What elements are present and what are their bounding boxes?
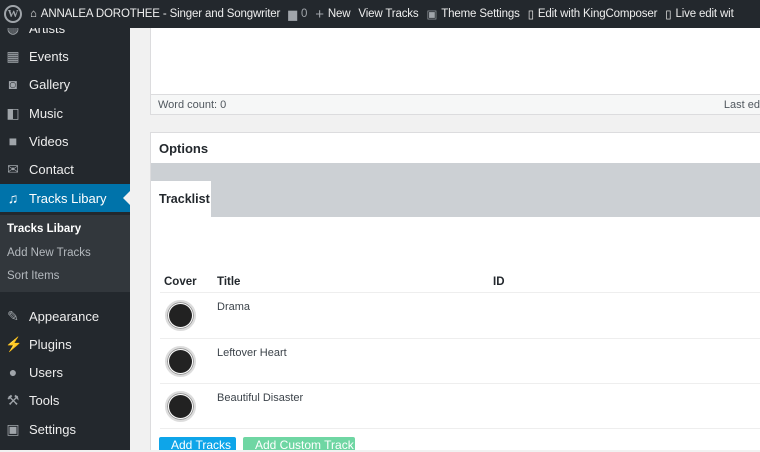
editor-status-bar: Word count: 0 Last ed [151,94,760,114]
options-tabs: Tracklist [151,163,760,217]
track-title: Drama [217,301,251,313]
add-custom-track-button[interactable]: Add Custom Track [243,437,355,452]
sidebar-item-gallery[interactable]: ◙ Gallery [0,70,130,98]
sidebar-item-users[interactable]: ● Users [0,358,130,386]
new-link[interactable]: + New [311,6,354,23]
comment-icon: ▆ [288,9,297,21]
sidebar-item-appearance[interactable]: ✎ Appearance [0,302,130,330]
sidebar-item-tools[interactable]: ⚒ Tools [0,386,130,414]
column-cover: Cover [164,276,197,288]
kc-icon: ▯ [527,9,534,21]
cover-image [165,300,196,331]
column-title: Title [217,276,241,288]
table-row[interactable]: Beautiful Disaster [160,383,760,428]
sidebar-item-plugins[interactable]: ⚡ Plugins [0,330,130,358]
submenu-tracks-libary[interactable]: Tracks Libary [7,223,81,235]
sidebar-item-events[interactable]: ▦ Events [0,42,130,70]
sidebar-item-videos[interactable]: ■ Videos [0,127,130,155]
view-tracks-link[interactable]: View Tracks [354,8,422,20]
wordpress-logo-icon[interactable]: W [0,5,26,23]
sidebar-item-tracks-libary[interactable]: ♫ Tracks Libary [0,184,130,212]
edit-kingcomposer-link[interactable]: ▯ Edit with KingComposer [524,7,662,21]
home-icon: ⌂ [30,8,37,20]
options-metabox: Options Tracklist Cover Title ID Drama L… [150,132,760,450]
sidebar-item-music[interactable]: ◧ Music [0,99,130,127]
settings-icon: ▣ [6,420,20,437]
user-icon: ● [8,364,18,380]
add-tracks-button[interactable]: Add Tracks [159,437,236,452]
sidebar-item-settings[interactable]: ▣ Settings [0,415,130,443]
music-note-icon: ♫ [7,190,19,206]
mail-icon: ✉ [7,160,19,177]
cover-image [165,346,196,377]
track-title: Leftover Heart [217,347,287,359]
site-name-link[interactable]: ⌂ ANNALEA DOROTHEE - Singer and Songwrite… [26,8,284,20]
calendar-icon: ▦ [6,47,20,64]
sidebar-item-contact[interactable]: ✉ Contact [0,155,130,183]
table-row[interactable]: Leftover Heart [160,338,760,383]
submenu-add-new-tracks[interactable]: Add New Tracks [7,247,91,259]
video-icon: ■ [8,133,18,149]
theme-settings-icon: ▣ [426,9,438,21]
submenu: Tracks Libary Add New Tracks Sort Items [0,215,130,292]
table-row[interactable]: Drama [160,292,760,337]
plug-icon: ⚡ [5,335,23,352]
tab-tracklist[interactable]: Tracklist [151,181,211,217]
last-edited: Last ed [723,98,760,111]
music-file-icon: ◧ [6,104,20,121]
submenu-sort-items[interactable]: Sort Items [7,270,59,282]
camera-icon: ◙ [8,76,18,92]
theme-settings-link[interactable]: ▣ Theme Settings [423,7,524,21]
content-editor[interactable]: Word count: 0 Last ed [150,28,760,115]
admin-bar: W ⌂ ANNALEA DOROTHEE - Singer and Songwri… [0,0,760,28]
cover-image [165,391,196,422]
column-id: ID [493,276,505,288]
options-title[interactable]: Options [151,133,760,163]
live-edit-icon: ▯ [665,9,672,21]
live-edit-link[interactable]: ▯ Live edit wit [661,7,737,21]
word-count: Word count: 0 [158,98,227,111]
brush-icon: ✎ [7,307,19,324]
plus-icon: + [315,5,324,23]
row-divider [160,428,760,429]
comments-link[interactable]: ▆ 0 [284,7,311,21]
wrench-icon: ⚒ [6,391,20,408]
track-title: Beautiful Disaster [217,392,304,404]
